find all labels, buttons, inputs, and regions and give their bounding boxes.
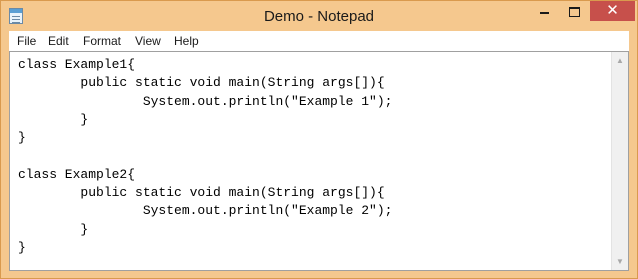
editor-text[interactable]: class Example1{ public static void main(… [18, 56, 392, 257]
menu-bar: File Edit Format View Help [9, 31, 629, 51]
menu-view[interactable]: View [135, 34, 161, 48]
text-editor[interactable]: class Example1{ public static void main(… [9, 51, 629, 271]
vertical-scrollbar[interactable]: ▲ ▼ [611, 52, 628, 270]
notepad-window: Demo - Notepad ✕ File Edit Format View H… [0, 0, 638, 279]
menu-edit[interactable]: Edit [48, 34, 69, 48]
close-icon: ✕ [606, 2, 619, 19]
menu-help[interactable]: Help [174, 34, 199, 48]
minimize-icon [539, 12, 549, 15]
close-button[interactable]: ✕ [590, 1, 635, 21]
scroll-down-icon[interactable]: ▼ [612, 253, 628, 270]
maximize-icon [568, 7, 580, 18]
minimize-button[interactable] [530, 1, 558, 21]
title-bar[interactable]: Demo - Notepad ✕ [1, 1, 637, 31]
scroll-up-icon[interactable]: ▲ [612, 52, 628, 69]
menu-format[interactable]: Format [83, 34, 121, 48]
menu-file[interactable]: File [17, 34, 36, 48]
maximize-button[interactable] [560, 1, 588, 21]
